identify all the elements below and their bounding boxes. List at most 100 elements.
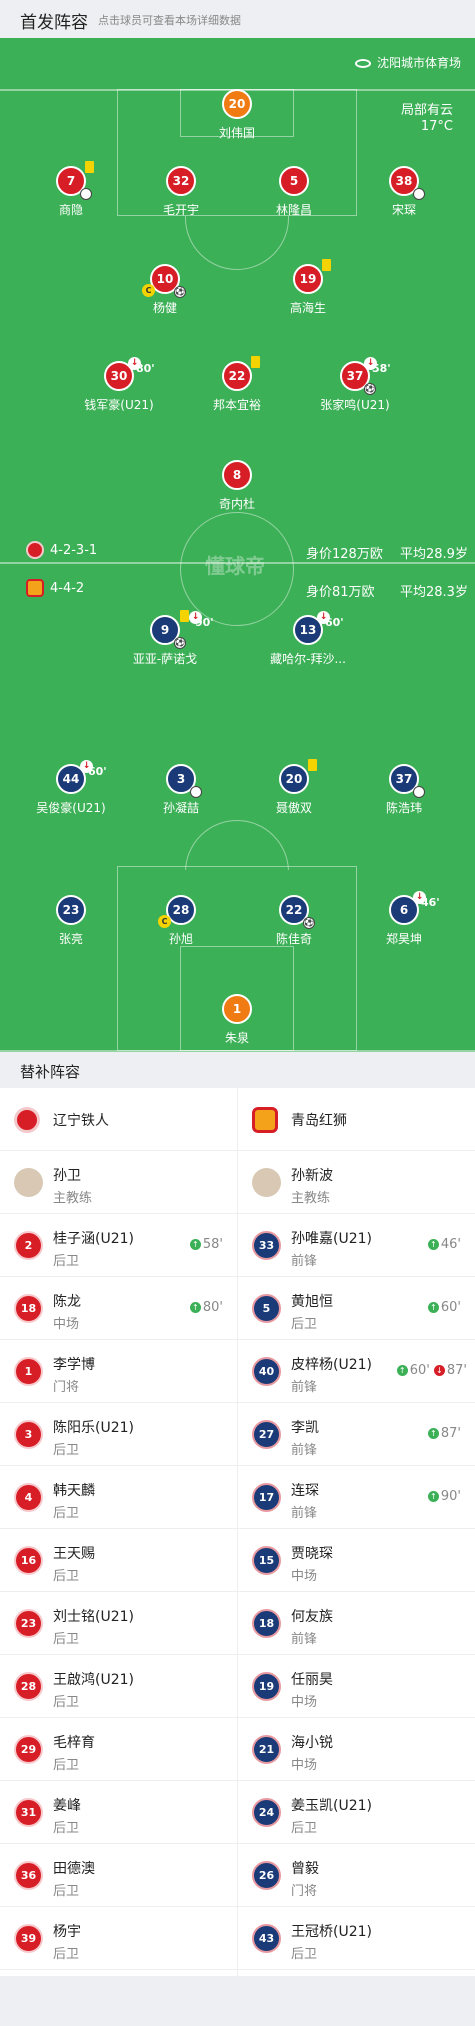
home-player-20[interactable]: 20 刘伟国 [172,89,302,141]
home-player-10[interactable]: 10 C ⚽ 杨健 [100,264,230,316]
sub-row: 39 杨宇 后卫 43 王冠桥(U21) 后卫 [0,1907,475,1970]
player-number: 32 [166,166,196,196]
sub-in-icon: ↑ [189,1302,201,1313]
sub-time: 60' [325,616,344,629]
away-sub-player[interactable]: 33 孙唯嘉(U21) 前锋 ↑ 46' [238,1214,475,1277]
away-coach-cell[interactable]: 孙新波 主教练 [238,1151,475,1214]
away-sub-player[interactable]: 5 黄旭恒 后卫 ↑ 60' [238,1277,475,1340]
away-player-28[interactable]: 28 C 孙旭 [116,895,246,947]
home-player-30[interactable]: 30 ↓ 80' 钱军豪(U21) [54,357,184,413]
sub-in-icon: ↑ [396,1365,408,1376]
away-sub-player[interactable]: 40 皮梓杨(U21) 前锋 ↑ 60' ↓ 87' [238,1340,475,1403]
home-sub-player[interactable]: 3 陈阳乐(U21) 后卫 [0,1403,237,1466]
home-player-19[interactable]: 19 高海生 [243,259,373,316]
subs-title: 替补阵容 [20,1063,81,1081]
home-player-22[interactable]: 22 邦本宜裕 [172,356,302,413]
home-sub-player[interactable]: 16 王天赐 后卫 [0,1529,237,1592]
home-player-8[interactable]: 8 奇内杜 [172,460,302,512]
coach-role: 主教练 [53,1191,93,1206]
away-sub-player[interactable]: 24 姜玉凯(U21) 后卫 [238,1781,475,1844]
home-player-32[interactable]: 32 毛开宇 [116,166,246,218]
home-sub-player[interactable]: 36 田德澳 后卫 [0,1844,237,1907]
watermark: 懂球帝 [205,554,265,578]
home-sub-player[interactable]: 18 陈龙 中场 ↑ 80' [0,1277,237,1340]
player-number: 16 [14,1546,43,1575]
away-player-3[interactable]: 3 孙凝喆 [116,764,246,816]
away-team-badge [26,579,44,597]
player-name: 陈浩玮 [385,801,422,815]
goal-ball-icon: ⚽ [174,286,186,298]
player-number: 3 [176,772,186,786]
player-name: 孙唯嘉(U21) [291,1231,372,1247]
home-sub-player[interactable]: 2 桂子涵(U21) 后卫 ↑ 58' [0,1214,237,1277]
home-coach-cell[interactable]: 孙卫 主教练 [0,1151,237,1214]
captain-icon: C [142,284,155,297]
lineup-title: 首发阵容 [20,13,88,33]
away-sub-player[interactable]: 21 海小锐 中场 [238,1718,475,1781]
pitch: 沈阳城市体育场 局部有云 17°C 懂球帝 4-2-3-1 身价128万欧 平均… [0,38,475,1052]
away-player-37[interactable]: 37 陈浩玮 [339,764,469,816]
home-sub-player[interactable]: 28 王啟鸿(U21) 后卫 [0,1655,237,1718]
player-name: 姜峰 [53,1798,81,1814]
home-sub-player[interactable]: 23 刘士铭(U21) 后卫 [0,1592,237,1655]
home-sub-player[interactable]: 4 韩天麟 后卫 [0,1466,237,1529]
away-player-6[interactable]: 6 ↓ 46' 郑昊坤 [339,891,469,947]
player-position: 门将 [53,1380,80,1395]
home-sub-player[interactable]: 29 毛梓育 后卫 [0,1718,237,1781]
sub-time: ↑ 46' [427,1237,461,1252]
player-number: 37 [395,772,413,786]
home-sub-player[interactable]: 31 姜峰 后卫 [0,1781,237,1844]
sub-row: 36 田德澳 后卫 26 曾毅 门将 [0,1844,475,1907]
away-player-1[interactable]: 1 朱泉 [172,994,302,1046]
home-team-cell: 辽宁铁人 [0,1088,237,1151]
player-name: 高海生 [289,301,326,315]
sub-time: ↑ 60' ↓ 87' [396,1363,467,1378]
player-number: 21 [252,1735,281,1764]
home-player-37[interactable]: 37 ↓ ⚽ 58' 张家鸣(U21) [290,357,420,413]
player-position: 前锋 [291,1632,318,1647]
player-number: 24 [252,1798,281,1827]
subs-list: 辽宁铁人 青岛红狮 孙卫 主教练 孙新波 主教练 2 桂子涵(U21) 后卫 ↑ 58'… [0,1088,475,1976]
player-name: 奇内杜 [218,497,255,511]
sub-in-time: 60' [409,1363,430,1378]
sub-in-icon: ↑ [427,1491,439,1502]
away-sub-player[interactable]: 18 何友族 前锋 [238,1592,475,1655]
player-number: 6 [399,903,409,917]
sub-in-time: 90' [440,1489,461,1504]
player-name: 刘伟国 [218,126,255,140]
player-name: 曾毅 [291,1861,319,1877]
page-bottom-spacer [0,1976,475,2026]
away-sub-player[interactable]: 27 李凯 前锋 ↑ 87' [238,1403,475,1466]
lineup-header: 首发阵容 点击球员可查看本场详细数据 [0,0,475,38]
player-position: 中场 [53,1317,80,1332]
home-player-38[interactable]: 38 宋琛 [339,166,469,218]
away-sub-player[interactable]: 19 任丽昊 中场 [238,1655,475,1718]
sub-time: 58' [372,362,391,375]
away-sub-player[interactable]: 15 贾晓琛 中场 [238,1529,475,1592]
sub-in-time: 87' [440,1426,461,1441]
player-name: 张家鸣(U21) [320,398,390,412]
player-position: 后卫 [53,1758,80,1773]
coach-avatar [252,1168,281,1197]
sub-out-icon: ↓ [433,1365,445,1376]
home-sub-player[interactable]: 1 李学博 门将 [0,1340,237,1403]
player-number: 39 [14,1924,43,1953]
away-sub-player[interactable]: 43 王冠桥(U21) 后卫 [238,1907,475,1970]
player-number: 29 [14,1735,43,1764]
player-name: 黄旭恒 [291,1294,333,1310]
sub-time: 90' [195,616,214,629]
yellow-card-icon [308,759,317,771]
away-sub-player[interactable]: 17 连琛 前锋 ↑ 90' [238,1466,475,1529]
player-name: 何友族 [291,1609,333,1625]
goal-ball-icon: ⚽ [364,383,376,395]
sub-in-time: 58' [202,1237,223,1252]
player-number: 22 [285,903,303,917]
player-position: 后卫 [53,1254,80,1269]
sub-in-icon: ↑ [427,1239,439,1250]
away-player-9[interactable]: 9 ↓ ⚽ 90' 亚亚-萨诺戈 [100,610,230,667]
player-name: 毛开宇 [162,203,199,217]
player-name: 田德澳 [53,1861,95,1877]
home-sub-player[interactable]: 39 杨宇 后卫 [0,1907,237,1970]
away-sub-player[interactable]: 26 曾毅 门将 [238,1844,475,1907]
away-player-13[interactable]: 13 ↓ 60' 藏哈尔-拜沙... [243,611,373,667]
